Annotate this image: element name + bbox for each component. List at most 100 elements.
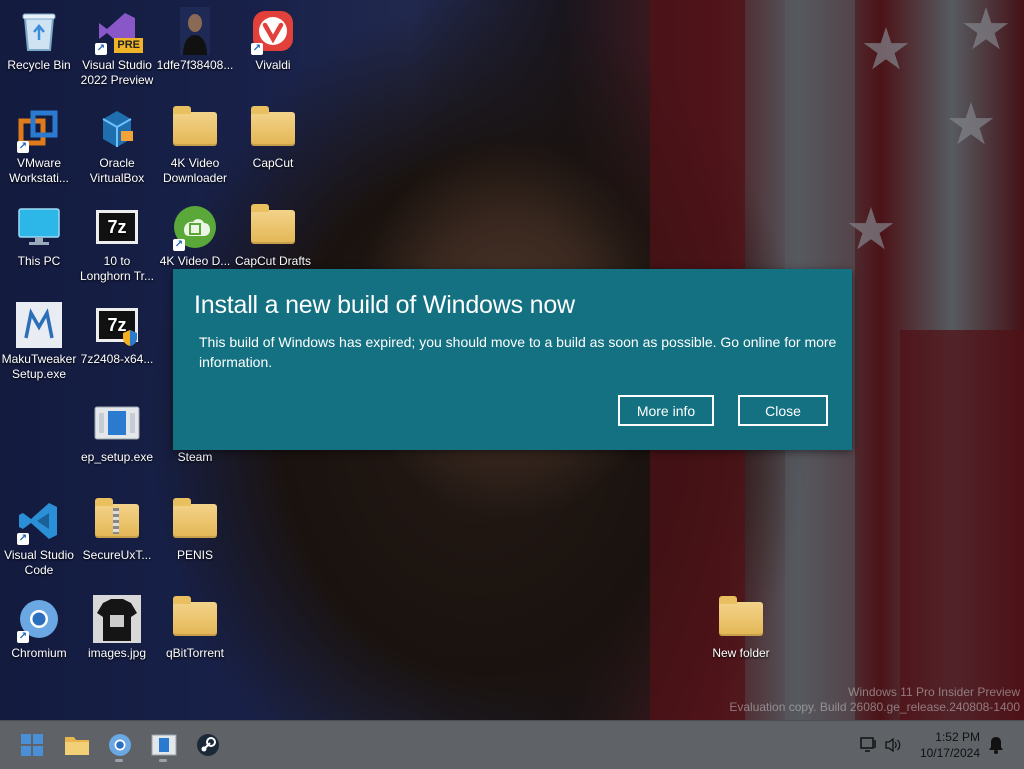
preview-badge: PRE bbox=[114, 38, 143, 53]
icon-label: New folder bbox=[712, 646, 770, 660]
running-indicator bbox=[115, 759, 123, 762]
more-info-button[interactable]: More info bbox=[618, 395, 714, 426]
icon-label: Oracle VirtualBox bbox=[89, 156, 145, 185]
ep-setup-shortcut[interactable]: ep_setup.exe bbox=[78, 397, 156, 465]
icon-label: 4K Video D... bbox=[159, 254, 231, 268]
icon-label: Visual Studio 2022 Preview bbox=[80, 58, 154, 87]
icon-label: CapCut bbox=[252, 156, 294, 170]
capcut-folder[interactable]: CapCut bbox=[234, 103, 312, 171]
4k-video-downloader-shortcut[interactable]: ↗ 4K Video D... bbox=[156, 201, 234, 269]
shield-icon bbox=[123, 330, 137, 346]
visual-studio-code-shortcut[interactable]: ↗ Visual Studio Code bbox=[0, 495, 78, 578]
oracle-virtualbox-shortcut[interactable]: Oracle VirtualBox bbox=[78, 103, 156, 186]
taskbar: 1:52 PM 10/17/2024 bbox=[0, 720, 1024, 769]
vivaldi-shortcut[interactable]: ↗ Vivaldi bbox=[234, 5, 312, 73]
folder-icon bbox=[717, 595, 765, 643]
icon-label: This PC bbox=[17, 254, 61, 268]
ep-setup-icon bbox=[93, 399, 141, 447]
7zip-installer-icon: 7z bbox=[93, 301, 141, 349]
icon-label: SecureUxT... bbox=[82, 548, 152, 562]
vscode-icon: ↗ bbox=[15, 497, 63, 545]
icon-label: images.jpg bbox=[87, 646, 147, 660]
recycle-bin-icon bbox=[15, 7, 63, 55]
speaker-icon bbox=[885, 737, 901, 753]
folder-icon bbox=[249, 105, 297, 153]
7zip-icon: 7z bbox=[93, 203, 141, 251]
icon-label: VMware Workstati... bbox=[9, 156, 69, 185]
icon-label: Vivaldi bbox=[255, 58, 291, 72]
4k-video-downloader-folder[interactable]: 4K Video Downloader bbox=[156, 103, 234, 186]
icon-label: PENIS bbox=[176, 548, 213, 562]
image-file-1dfe7f38408[interactable]: 1dfe7f38408... bbox=[156, 5, 234, 73]
this-pc-shortcut[interactable]: This PC bbox=[0, 201, 78, 269]
start-icon bbox=[21, 734, 43, 756]
icon-label: Chromium bbox=[11, 646, 67, 660]
images-jpg-file[interactable]: images.jpg bbox=[78, 593, 156, 661]
vmware-icon: ↗ bbox=[15, 105, 63, 153]
new-folder[interactable]: New folder bbox=[702, 593, 780, 661]
notifications-button[interactable] bbox=[984, 727, 1008, 763]
secureuxt-shortcut[interactable]: SecureUxT... bbox=[78, 495, 156, 563]
icon-label: 7z2408-x64... bbox=[80, 352, 154, 366]
icon-label: qBitTorrent bbox=[165, 646, 225, 660]
penis-folder[interactable]: PENIS bbox=[156, 495, 234, 563]
capcut-drafts-folder[interactable]: CapCut Drafts bbox=[234, 201, 312, 269]
volume-tray-button[interactable] bbox=[882, 727, 904, 763]
expired-build-dialog: Install a new build of Windows now This … bbox=[173, 269, 852, 450]
4k-video-downloader-icon: ↗ bbox=[171, 203, 219, 251]
taskbar-ep-setup[interactable] bbox=[146, 727, 182, 763]
10-to-longhorn-shortcut[interactable]: 7z 10 to Longhorn Tr... bbox=[78, 201, 156, 284]
file-explorer-icon bbox=[65, 737, 89, 755]
icon-label: 1dfe7f38408... bbox=[156, 58, 234, 72]
clock-time: 1:52 PM bbox=[935, 730, 980, 744]
folder-icon bbox=[249, 203, 297, 251]
running-indicator bbox=[159, 759, 167, 762]
chromium-icon bbox=[109, 734, 131, 756]
clock-date: 10/17/2024 bbox=[919, 746, 980, 760]
folder-icon bbox=[171, 595, 219, 643]
watermark-build: Evaluation copy. Build 26080.ge_release.… bbox=[729, 700, 1020, 714]
makutweaker-setup-shortcut[interactable]: MakuTweaker Setup.exe bbox=[0, 299, 78, 382]
photo-thumbnail-icon bbox=[171, 7, 219, 55]
dialog-message: This build of Windows has expired; you s… bbox=[199, 334, 837, 370]
shortcut-arrow-icon: ↗ bbox=[17, 141, 29, 153]
icon-label: 4K Video Downloader bbox=[162, 156, 228, 185]
visual-studio-2022-preview-shortcut[interactable]: PRE ↗ Visual Studio 2022 Preview bbox=[78, 5, 156, 88]
steam-icon bbox=[197, 734, 219, 756]
zip-folder-icon bbox=[93, 497, 141, 545]
icon-label: ep_setup.exe bbox=[80, 450, 154, 464]
ep-setup-icon bbox=[151, 734, 177, 756]
network-tray-button[interactable] bbox=[858, 727, 880, 763]
icon-label: Steam bbox=[177, 450, 213, 464]
icon-label: MakuTweaker Setup.exe bbox=[1, 352, 77, 381]
folder-icon bbox=[171, 105, 219, 153]
visual-studio-preview-icon: PRE ↗ bbox=[93, 7, 143, 55]
taskbar-steam[interactable] bbox=[190, 727, 226, 763]
vmware-workstation-shortcut[interactable]: ↗ VMware Workstati... bbox=[0, 103, 78, 186]
7zip-glyph-text: 7z bbox=[96, 210, 138, 244]
icon-label: Recycle Bin bbox=[7, 58, 71, 72]
shortcut-arrow-icon: ↗ bbox=[95, 43, 107, 55]
taskbar-clock[interactable]: 1:52 PM 10/17/2024 bbox=[920, 729, 980, 761]
monitor-icon bbox=[15, 203, 63, 251]
chromium-shortcut[interactable]: ↗ Chromium bbox=[0, 593, 78, 661]
shortcut-arrow-icon: ↗ bbox=[17, 631, 29, 643]
image-file-icon bbox=[93, 595, 141, 643]
shortcut-arrow-icon: ↗ bbox=[17, 533, 29, 545]
taskbar-chromium[interactable] bbox=[102, 727, 138, 763]
shortcut-arrow-icon: ↗ bbox=[251, 43, 263, 55]
virtualbox-icon bbox=[93, 105, 141, 153]
taskbar-file-explorer[interactable] bbox=[59, 727, 95, 763]
qbittorrent-folder[interactable]: qBitTorrent bbox=[156, 593, 234, 661]
icon-label: 10 to Longhorn Tr... bbox=[79, 254, 155, 283]
makutweaker-icon bbox=[15, 301, 63, 349]
icon-label: CapCut Drafts bbox=[234, 254, 312, 268]
vivaldi-icon: ↗ bbox=[249, 7, 297, 55]
start-button[interactable] bbox=[14, 727, 50, 763]
folder-icon bbox=[171, 497, 219, 545]
network-monitor-icon bbox=[860, 737, 876, 752]
bell-icon bbox=[989, 737, 1003, 754]
7zip-installer-shortcut[interactable]: 7z 7z2408-x64... bbox=[78, 299, 156, 367]
recycle-bin-shortcut[interactable]: Recycle Bin bbox=[0, 5, 78, 73]
close-button[interactable]: Close bbox=[738, 395, 828, 426]
